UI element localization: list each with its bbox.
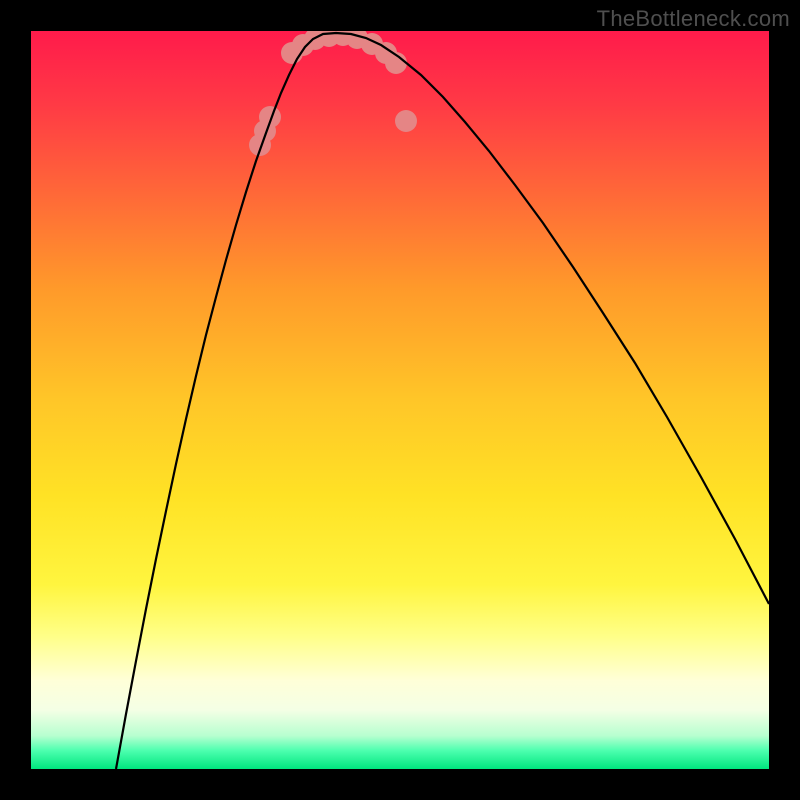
gradient-background: [31, 31, 769, 769]
plot-area: [31, 31, 769, 769]
marker-dot: [395, 110, 417, 132]
chart-svg: [31, 31, 769, 769]
chart-frame: TheBottleneck.com: [0, 0, 800, 800]
watermark-label: TheBottleneck.com: [597, 6, 790, 32]
